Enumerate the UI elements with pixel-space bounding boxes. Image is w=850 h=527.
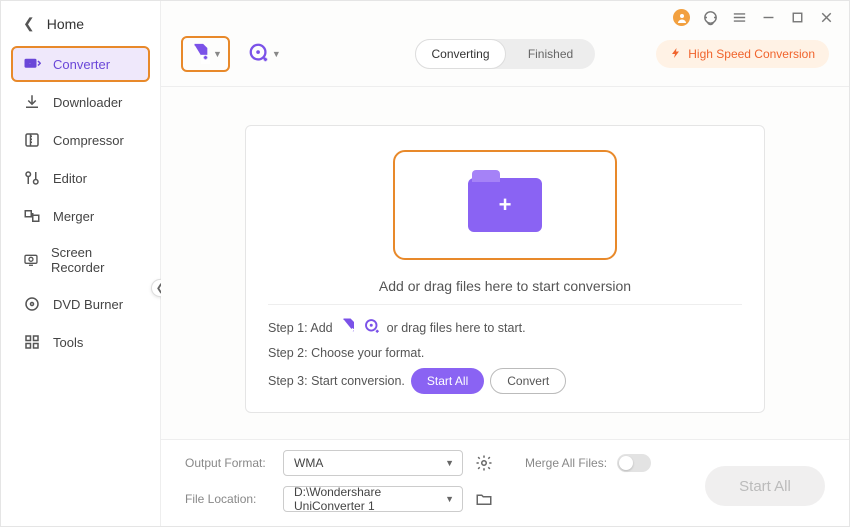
sidebar-item-tools[interactable]: Tools bbox=[11, 324, 150, 360]
tab-label: Finished bbox=[528, 47, 573, 61]
close-icon[interactable] bbox=[818, 9, 835, 26]
file-location-label: File Location: bbox=[185, 492, 273, 506]
compressor-icon bbox=[23, 131, 41, 149]
sidebar-item-label: Tools bbox=[53, 335, 83, 350]
sidebar-nav: Converter Downloader Compressor Editor bbox=[1, 46, 160, 360]
add-disc-button[interactable]: ▼ bbox=[240, 36, 289, 72]
sidebar-item-screen-recorder[interactable]: Screen Recorder bbox=[11, 236, 150, 284]
chevron-down-icon: ▼ bbox=[445, 458, 454, 468]
add-disc-icon bbox=[248, 42, 270, 67]
step-2-text: Step 2: Choose your format. bbox=[268, 346, 424, 360]
main-panel: ▼ ▼ Converting Finished High Speed Conve… bbox=[161, 1, 849, 526]
maximize-icon[interactable] bbox=[789, 9, 806, 26]
step-1: Step 1: Add or drag files here to start. bbox=[268, 317, 742, 338]
sidebar-item-dvd-burner[interactable]: DVD Burner bbox=[11, 286, 150, 322]
chevron-down-icon: ▼ bbox=[213, 49, 222, 59]
step-2: Step 2: Choose your format. bbox=[268, 346, 742, 360]
output-format-label: Output Format: bbox=[185, 456, 273, 470]
editor-icon bbox=[23, 169, 41, 187]
add-button-group: ▼ ▼ bbox=[181, 36, 289, 72]
step-3-text: Step 3: Start conversion. bbox=[268, 374, 405, 388]
stage-area: + Add or drag files here to start conver… bbox=[161, 87, 849, 439]
app-window: ❮ Home Converter Downloader Compressor bbox=[0, 0, 850, 527]
sidebar-item-compressor[interactable]: Compressor bbox=[11, 122, 150, 158]
folder-plus-icon: + bbox=[468, 178, 542, 232]
tab-label: Converting bbox=[431, 47, 489, 61]
support-icon[interactable] bbox=[702, 9, 719, 26]
add-disc-icon[interactable] bbox=[363, 317, 381, 338]
drop-message: Add or drag files here to start conversi… bbox=[268, 278, 742, 294]
sidebar-item-downloader[interactable]: Downloader bbox=[11, 84, 150, 120]
home-label: Home bbox=[47, 16, 84, 32]
step-3: Step 3: Start conversion. Start All Conv… bbox=[268, 368, 742, 394]
divider bbox=[268, 304, 742, 305]
high-speed-conversion-button[interactable]: High Speed Conversion bbox=[656, 40, 829, 68]
minimize-icon[interactable] bbox=[760, 9, 777, 26]
sidebar-item-label: Merger bbox=[53, 209, 94, 224]
bottom-bar: Output Format: WMA ▼ Merge All Files: Fi… bbox=[161, 439, 849, 526]
toolbar: ▼ ▼ Converting Finished High Speed Conve… bbox=[161, 30, 849, 86]
sidebar-item-merger[interactable]: Merger bbox=[11, 198, 150, 234]
sidebar: ❮ Home Converter Downloader Compressor bbox=[1, 1, 161, 526]
output-settings-button[interactable] bbox=[473, 452, 495, 474]
merge-toggle[interactable] bbox=[617, 454, 651, 472]
drop-card: + Add or drag files here to start conver… bbox=[245, 125, 765, 413]
converter-icon bbox=[23, 55, 41, 73]
sidebar-item-label: Editor bbox=[53, 171, 87, 186]
chevron-down-icon: ▼ bbox=[445, 494, 454, 504]
screen-recorder-icon bbox=[23, 251, 39, 269]
dvd-burner-icon bbox=[23, 295, 41, 313]
output-format-value: WMA bbox=[294, 456, 323, 470]
startall-button[interactable]: Start All bbox=[705, 466, 825, 506]
home-row[interactable]: ❮ Home bbox=[1, 1, 160, 46]
titlebar bbox=[161, 1, 849, 30]
add-file-icon[interactable] bbox=[339, 317, 357, 338]
sidebar-item-label: DVD Burner bbox=[53, 297, 123, 312]
tools-icon bbox=[23, 333, 41, 351]
bolt-icon bbox=[670, 46, 682, 63]
merger-icon bbox=[23, 207, 41, 225]
tab-converting[interactable]: Converting bbox=[415, 39, 506, 69]
sidebar-item-label: Converter bbox=[53, 57, 110, 72]
add-file-button[interactable]: ▼ bbox=[181, 36, 230, 72]
tab-finished[interactable]: Finished bbox=[506, 39, 595, 69]
dropzone[interactable]: + bbox=[393, 150, 617, 260]
back-icon[interactable]: ❮ bbox=[23, 15, 35, 32]
add-file-icon bbox=[189, 42, 211, 67]
sidebar-item-converter[interactable]: Converter bbox=[11, 46, 150, 82]
file-location-select[interactable]: D:\Wondershare UniConverter 1 ▼ bbox=[283, 486, 463, 512]
file-location-value: D:\Wondershare UniConverter 1 bbox=[294, 485, 438, 513]
menu-icon[interactable] bbox=[731, 9, 748, 26]
steps: Step 1: Add or drag files here to start.… bbox=[268, 317, 742, 394]
startall-label: Start All bbox=[739, 478, 791, 495]
downloader-icon bbox=[23, 93, 41, 111]
sidebar-item-label: Screen Recorder bbox=[51, 245, 138, 275]
step-1-prefix: Step 1: Add bbox=[268, 321, 333, 335]
step-1-suffix: or drag files here to start. bbox=[387, 321, 526, 335]
open-folder-button[interactable] bbox=[473, 488, 495, 510]
startall-small-button[interactable]: Start All bbox=[411, 368, 484, 394]
dropzone-illustration: + bbox=[420, 160, 590, 250]
sidebar-item-editor[interactable]: Editor bbox=[11, 160, 150, 196]
convert-small-button[interactable]: Convert bbox=[490, 368, 566, 394]
output-format-select[interactable]: WMA ▼ bbox=[283, 450, 463, 476]
sidebar-item-label: Compressor bbox=[53, 133, 124, 148]
high-speed-label: High Speed Conversion bbox=[688, 47, 815, 61]
chevron-down-icon: ▼ bbox=[272, 49, 281, 59]
avatar-icon[interactable] bbox=[673, 9, 690, 26]
sidebar-item-label: Downloader bbox=[53, 95, 122, 110]
status-tabs: Converting Finished bbox=[415, 39, 595, 69]
merge-label: Merge All Files: bbox=[525, 456, 607, 470]
